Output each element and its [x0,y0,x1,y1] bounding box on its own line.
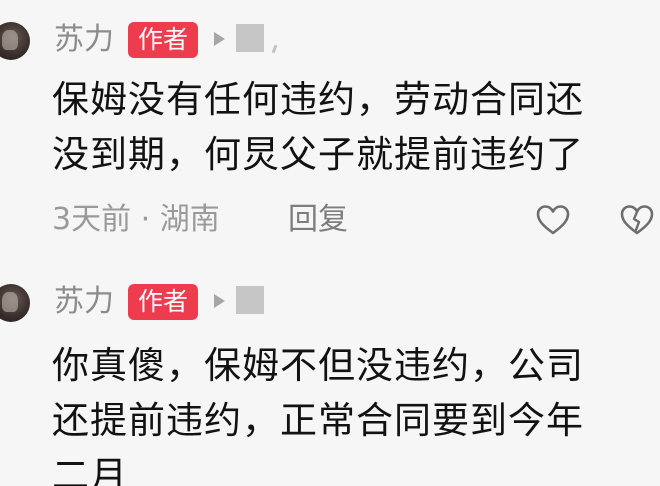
heart-outline-icon[interactable] [536,204,570,236]
reply-target-placeholder [236,24,264,52]
reply-button[interactable]: 回复 [288,198,348,242]
comment-text: 你真傻，保姆不但没违约，公司 还提前违约，正常合同要到今年 二月 [52,338,642,486]
username[interactable]: 苏力 [54,282,114,322]
comment-line: 还提前违约，正常合同要到今年 [52,399,584,442]
play-icon [214,32,225,46]
avatar[interactable] [0,22,30,60]
comment-header: 苏力 作者 [0,280,660,324]
comment-meta: 3天前 · 湖南 回复 [0,198,660,242]
comment-text: 保姆没有任何违约，劳动合同还 没到期，何炅父子就提前违约了 [52,72,642,182]
username[interactable]: 苏力 [54,20,114,60]
author-badge: 作者 [128,284,199,320]
author-badge: 作者 [128,22,199,58]
comment-line: 二月 [52,454,128,486]
reply-target-placeholder [236,286,264,314]
comment-header: 苏力 作者 [0,18,660,62]
avatar[interactable] [0,284,30,322]
comment-line: 保姆没有任何违约，劳动合同还 [52,78,584,121]
play-icon [214,294,225,308]
comment-thread: 苏力 作者 保姆没有任何违约，劳动合同还 没到期，何炅父子就提前违约了 3天前 … [0,0,660,486]
comment-line: 没到期，何炅父子就提前违约了 [52,133,584,176]
separator-mark [271,44,278,54]
comment-line: 你真傻，保姆不但没违约，公司 [52,344,584,387]
timestamp-location: 3天前 · 湖南 [52,202,220,237]
broken-heart-icon[interactable] [620,204,654,236]
